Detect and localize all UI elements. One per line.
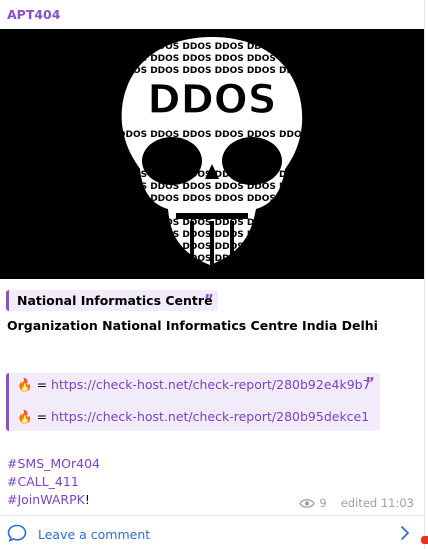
views-eye-icon — [299, 498, 316, 508]
hashtag-joinwarpk[interactable]: #JoinWARPK — [7, 492, 85, 507]
link-line-2: 🔥 = https://check-host.net/check-report/… — [17, 409, 369, 425]
svg-text:DDOS DDOS DDOS DDOS DDOS DDOS: DDOS DDOS DDOS DDOS DDOS DDOS — [118, 54, 308, 64]
svg-text:DDOS DDOS DDOS DDOS DDOS DDOS: DDOS DDOS DDOS DDOS DDOS DDOS — [118, 194, 308, 204]
check-host-link-1[interactable]: https://check-host.net/check-report/280b… — [51, 377, 371, 392]
leave-comment-button[interactable]: Leave a comment — [0, 516, 424, 549]
svg-text:DDOS DDOS DDOS DDOS DDOS DDOS: DDOS DDOS DDOS DDOS DDOS DDOS — [118, 42, 308, 52]
quote-block-title: National Informatics Centre ” — [6, 290, 218, 311]
edited-time: edited 11:03 — [340, 496, 414, 510]
view-count: 9 — [319, 496, 327, 510]
svg-text:DDOS: DDOS — [147, 77, 276, 123]
message-meta: 9 edited 11:03 — [299, 496, 414, 510]
hashtag-joinwarpk-line: #JoinWARPK! — [7, 492, 90, 507]
hashtag-suffix: ! — [84, 492, 90, 507]
post-image[interactable]: DDOS DDOS DDOS DDOS DDOS DDOS DDOS DDOS … — [0, 29, 424, 279]
comment-bubble-icon — [7, 524, 27, 542]
svg-text:DDOS DDOS DDOS DDOS DDOS DDOS: DDOS DDOS DDOS DDOS DDOS DDOS — [118, 130, 308, 140]
quote-title: National Informatics Centre — [17, 293, 213, 308]
quote-icon: ” — [365, 374, 375, 392]
leave-comment-label: Leave a comment — [38, 527, 151, 542]
separator: = — [36, 409, 48, 424]
fire-icon: 🔥 — [17, 409, 33, 424]
check-host-link-2[interactable]: https://check-host.net/check-report/280b… — [51, 409, 369, 424]
chevron-right-icon — [401, 526, 409, 540]
separator: = — [36, 377, 48, 392]
svg-text:DDOS DDOS DDOS DDOS DDOS DDOS: DDOS DDOS DDOS DDOS DDOS DDOS — [118, 182, 308, 192]
fire-icon: 🔥 — [17, 377, 33, 392]
ddos-skull-image: DDOS DDOS DDOS DDOS DDOS DDOS DDOS DDOS … — [118, 37, 308, 265]
hashtag-sms[interactable]: #SMS_MOr404 — [7, 456, 100, 471]
svg-text:DDOS DDOS DDOS DDOS DDOS DDOS: DDOS DDOS DDOS DDOS DDOS DDOS — [118, 66, 308, 76]
organization-text: Organization National Informatics Centre… — [7, 318, 378, 333]
link-line-1: 🔥 = https://check-host.net/check-report/… — [17, 377, 371, 393]
channel-name[interactable]: APT404 — [7, 7, 60, 22]
unread-indicator — [421, 536, 428, 544]
links-quote-block: 🔥 = https://check-host.net/check-report/… — [6, 373, 380, 431]
message-bubble: APT404 DDOS DDOS DDOS DDOS DDOS DDOS DDO… — [0, 0, 425, 549]
hashtag-call[interactable]: #CALL_411 — [7, 474, 79, 489]
quote-icon: ” — [204, 291, 214, 309]
